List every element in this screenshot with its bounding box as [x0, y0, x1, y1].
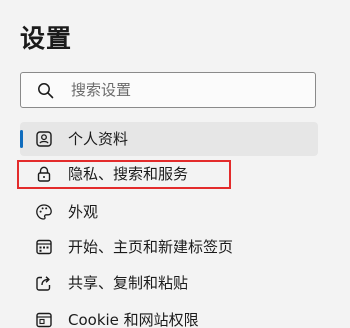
page-title: 设置 — [20, 24, 73, 53]
sidebar-item-cookie-site-permissions[interactable]: Cookie 和网站权限 — [20, 303, 318, 328]
site-permissions-icon — [35, 311, 53, 328]
sidebar-item-privacy[interactable]: 隐私、搜索和服务 — [20, 157, 318, 191]
share-icon — [35, 274, 53, 292]
selected-indicator — [20, 130, 23, 148]
sidebar-item-start-home-newtab[interactable]: 开始、主页和新建标签页 — [20, 230, 318, 264]
sidebar-item-label: 隐私、搜索和服务 — [68, 165, 189, 183]
sidebar-item-label: 个人资料 — [68, 130, 129, 148]
lock-icon — [35, 165, 53, 183]
sidebar-item-appearance[interactable]: 外观 — [20, 195, 318, 229]
profile-icon — [35, 130, 53, 148]
search-input[interactable] — [71, 73, 301, 107]
sidebar-item-share-copy-paste[interactable]: 共享、复制和粘贴 — [20, 266, 318, 300]
tab-page-icon — [35, 238, 53, 256]
search-box[interactable] — [20, 72, 316, 108]
search-icon — [37, 82, 54, 99]
sidebar-item-profile[interactable]: 个人资料 — [20, 122, 318, 156]
sidebar-item-label: Cookie 和网站权限 — [68, 311, 199, 328]
sidebar-item-label: 外观 — [68, 203, 99, 221]
palette-icon — [35, 203, 53, 221]
settings-sidebar: 设置 个人资料 隐私、搜索和 — [0, 0, 350, 328]
sidebar-item-label: 共享、复制和粘贴 — [68, 274, 189, 292]
sidebar-item-label: 开始、主页和新建标签页 — [68, 238, 234, 256]
